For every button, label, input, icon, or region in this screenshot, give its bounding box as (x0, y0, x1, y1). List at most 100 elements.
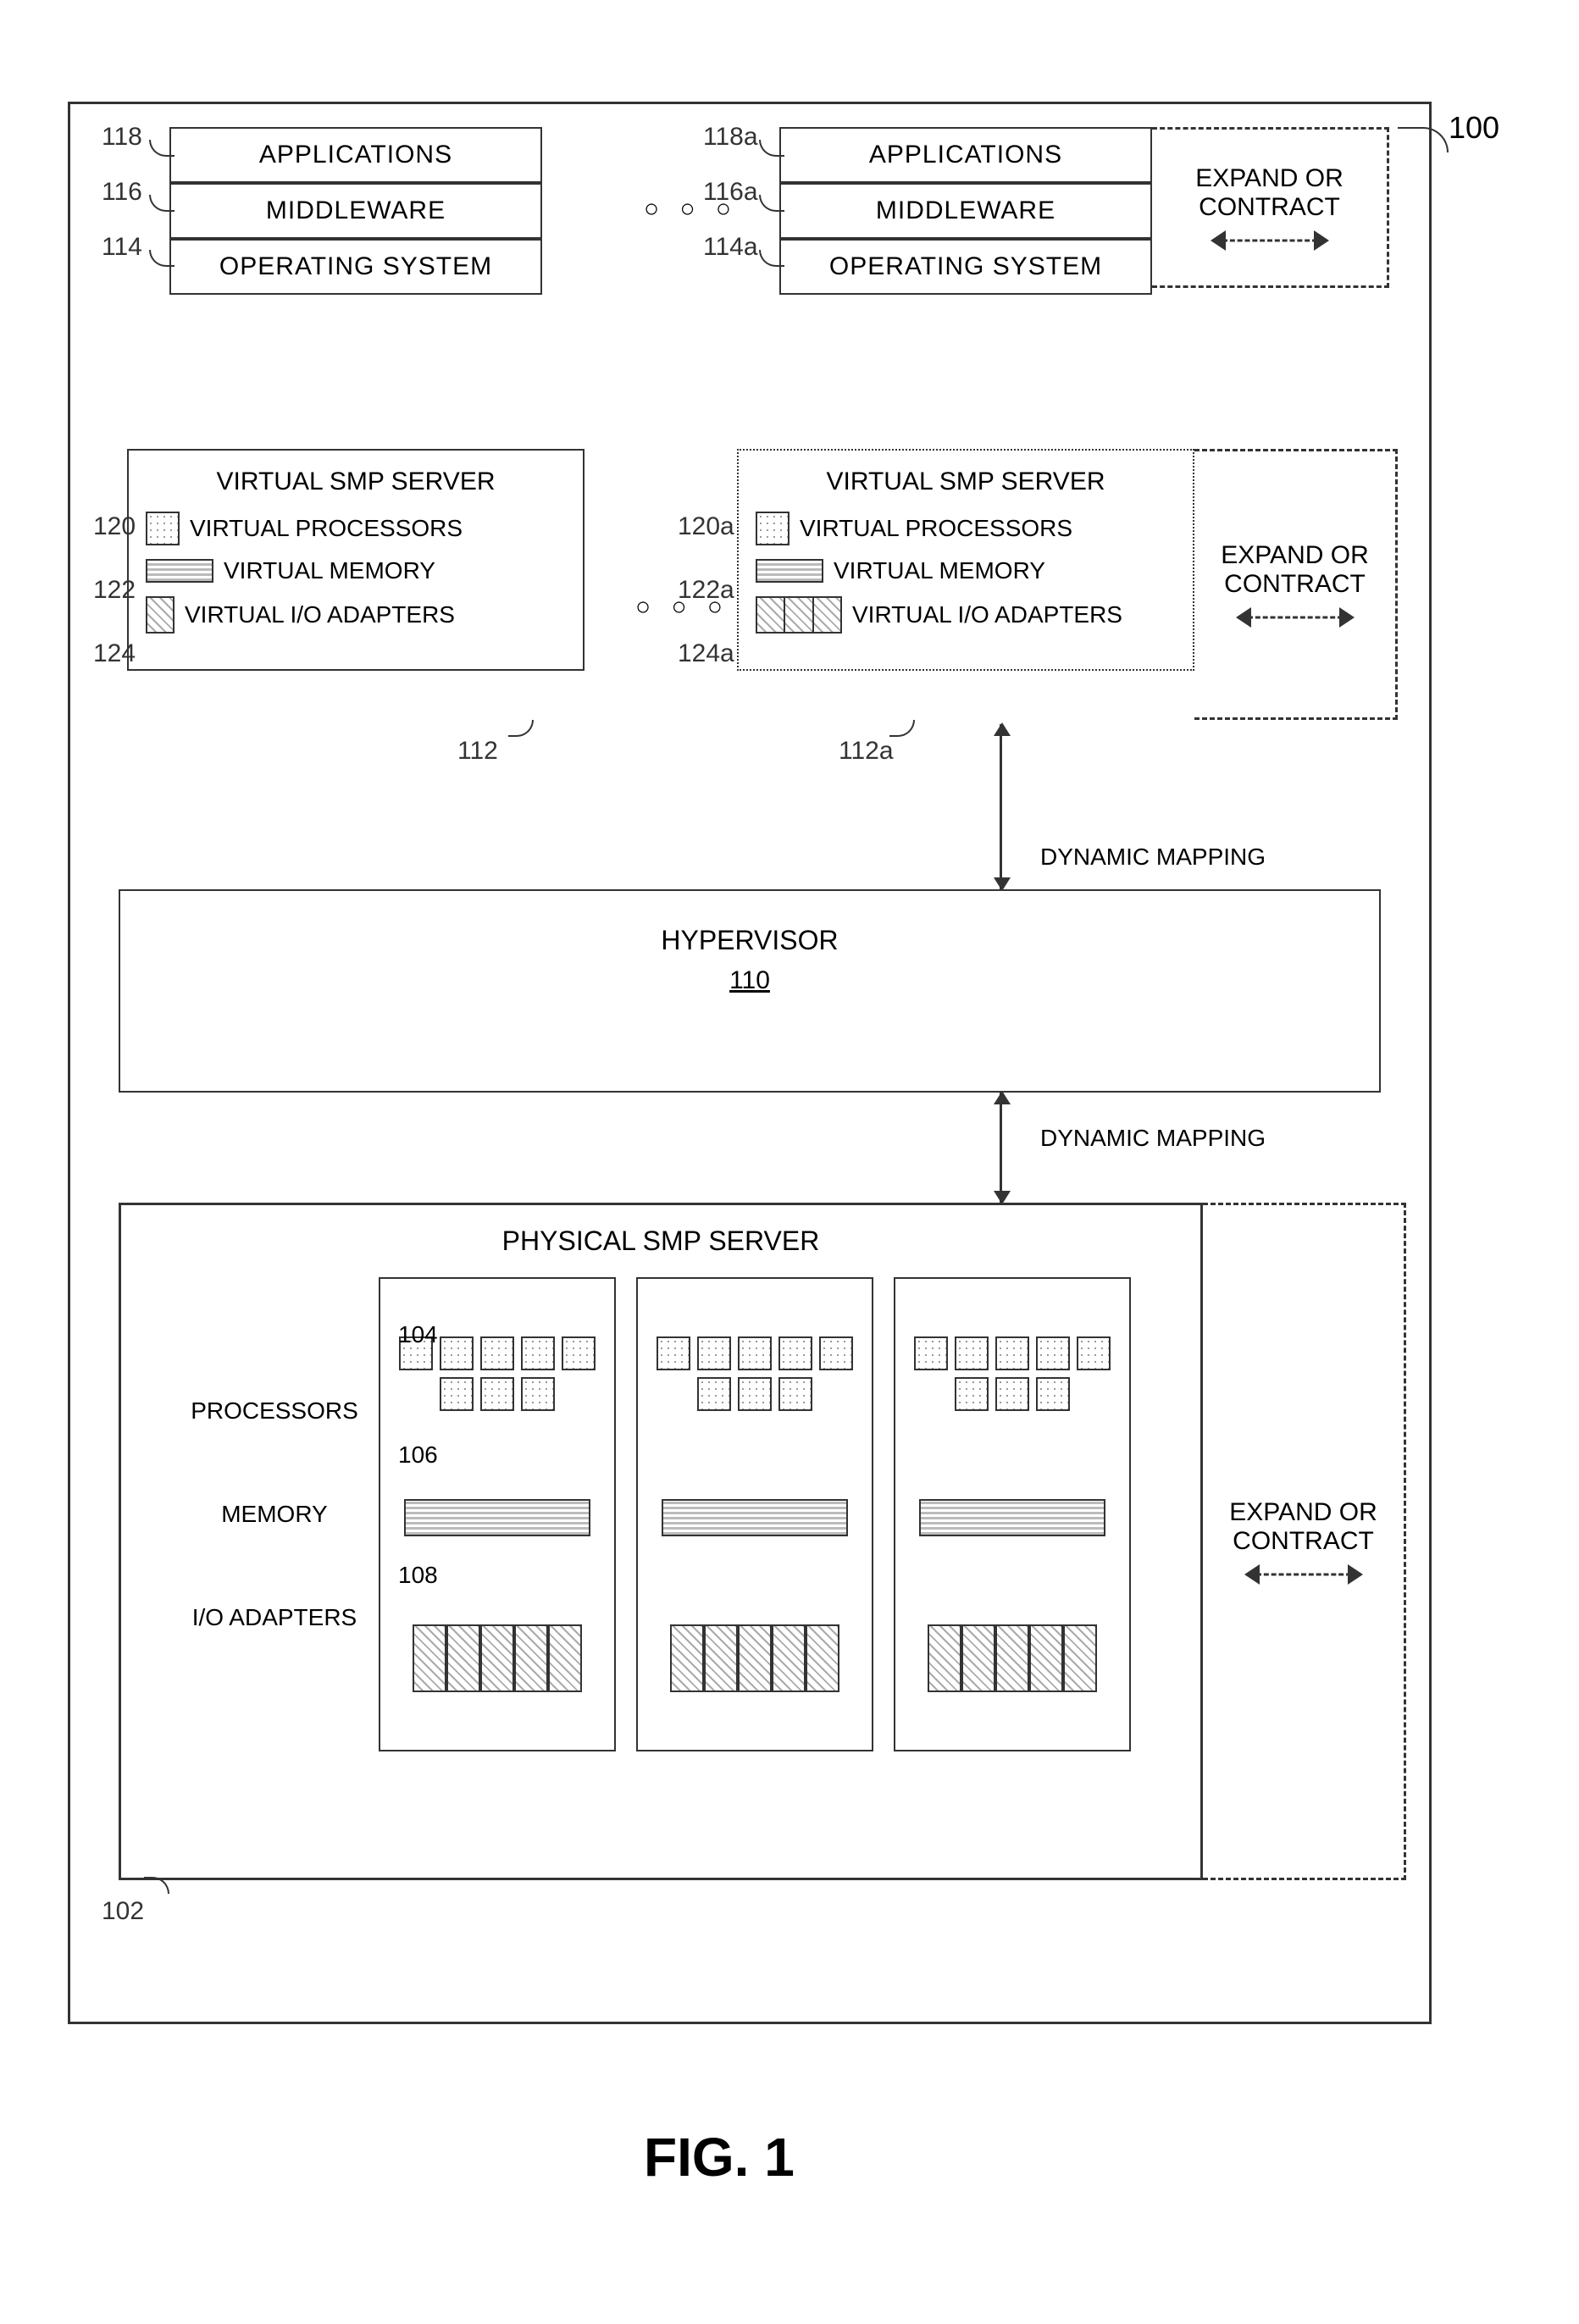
expand-line2: CONTRACT (1199, 193, 1340, 222)
pio-icon (514, 1624, 548, 1692)
pproc-label: PROCESSORS (191, 1397, 358, 1425)
ref-120a: 120a (678, 512, 734, 541)
pmem-icon (662, 1499, 848, 1536)
pio-icon (446, 1624, 480, 1692)
vio-icon-group-2 (756, 596, 842, 634)
vserver-title-1: VIRTUAL SMP SERVER (146, 468, 566, 496)
pproc-icon (562, 1336, 596, 1370)
vproc-icon-2 (756, 512, 790, 545)
expand-v-line1: EXPAND OR (1221, 541, 1368, 570)
pio-icon (480, 1624, 514, 1692)
physical-server-title: PHYSICAL SMP SERVER (138, 1226, 1183, 1257)
vio-icon-2b (784, 596, 813, 634)
expand-v-line2: CONTRACT (1224, 570, 1366, 599)
pproc-icon (1036, 1377, 1070, 1411)
expand-line1: EXPAND OR (1195, 164, 1343, 193)
ref-112a: 112a (839, 737, 894, 766)
dynamic-mapping-top: DYNAMIC MAPPING (1033, 840, 1272, 874)
pmem-icon (919, 1499, 1105, 1536)
vproc-label-2: VIRTUAL PROCESSORS (800, 515, 1072, 542)
expand-contract-physical: EXPAND OR CONTRACT (1203, 1203, 1406, 1880)
pproc-icon (697, 1377, 731, 1411)
vio-icon-2a (756, 596, 784, 634)
ref-122a: 122a (678, 576, 734, 605)
pio-icon (806, 1624, 839, 1692)
expand-contract-sw: EXPAND OR CONTRACT (1152, 127, 1389, 288)
os-box-1: OPERATING SYSTEM (169, 239, 542, 295)
ref-102: 102 (102, 1897, 144, 1926)
pproc-icon (955, 1377, 989, 1411)
os-box-2: OPERATING SYSTEM (779, 239, 1152, 295)
pmem-label: MEMORY (191, 1501, 358, 1528)
expand-arrow-icon (1211, 230, 1329, 251)
pproc-icon (738, 1336, 772, 1370)
dynamic-mapping-bot: DYNAMIC MAPPING (1033, 1121, 1272, 1155)
virtual-server-1: VIRTUAL SMP SERVER VIRTUAL PROCESSORS VI… (127, 449, 585, 671)
pproc-icon (521, 1336, 555, 1370)
ref-108: 108 (398, 1562, 438, 1589)
pproc-icon (657, 1336, 690, 1370)
middleware-box-2: MIDDLEWARE (779, 183, 1152, 239)
pproc-icon (819, 1336, 853, 1370)
pproc-icon (738, 1377, 772, 1411)
pio-icon (548, 1624, 582, 1692)
pio-icon (1029, 1624, 1063, 1692)
ref-120: 120 (93, 512, 136, 541)
pproc-icon (440, 1336, 474, 1370)
applications-box-1: APPLICATIONS (169, 127, 542, 183)
vmem-label-2: VIRTUAL MEMORY (834, 557, 1045, 584)
expand-p-line2: CONTRACT (1233, 1527, 1374, 1556)
pproc-icon (778, 1377, 812, 1411)
expand-p-line1: EXPAND OR (1229, 1498, 1377, 1527)
ref-114a: 114a (703, 233, 758, 262)
ref-116a: 116a (703, 178, 758, 207)
vserver-title-2: VIRTUAL SMP SERVER (756, 468, 1176, 496)
pproc-icon (1077, 1336, 1111, 1370)
leader-100 (1398, 127, 1449, 152)
pproc-icon (995, 1336, 1029, 1370)
pio-icon (413, 1624, 446, 1692)
hypervisor-label: HYPERVISOR (120, 925, 1379, 956)
pio-label: I/O ADAPTERS (191, 1604, 358, 1631)
applications-box-2: APPLICATIONS (779, 127, 1152, 183)
pproc-icon (778, 1336, 812, 1370)
pio-icon (995, 1624, 1029, 1692)
connector-hypervisor-physical (1000, 1093, 1002, 1203)
pio-icon (670, 1624, 704, 1692)
ref-122: 122 (93, 576, 136, 605)
pio-icon (928, 1624, 961, 1692)
vio-label-1: VIRTUAL I/O ADAPTERS (185, 601, 455, 628)
ref-116: 116 (102, 178, 142, 207)
vio-icon (146, 596, 175, 634)
vmem-icon (146, 559, 213, 583)
pproc-icon (914, 1336, 948, 1370)
ref-112: 112 (457, 737, 498, 766)
pio-icon (1063, 1624, 1097, 1692)
ref-124: 124 (93, 639, 136, 668)
software-stack-2: APPLICATIONS MIDDLEWARE OPERATING SYSTEM (779, 127, 1152, 295)
vproc-icon (146, 512, 180, 545)
pproc-icon (995, 1377, 1029, 1411)
vmem-icon-2 (756, 559, 823, 583)
vio-label-2: VIRTUAL I/O ADAPTERS (852, 601, 1122, 628)
vio-icon-group (146, 596, 175, 634)
ref-118: 118 (102, 123, 142, 152)
pproc-icon (440, 1377, 474, 1411)
vproc-label-1: VIRTUAL PROCESSORS (190, 515, 463, 542)
hypervisor-ref: 110 (120, 966, 1379, 995)
pproc-icon (1036, 1336, 1070, 1370)
ref-100: 100 (1449, 110, 1499, 146)
virtual-server-2: VIRTUAL SMP SERVER VIRTUAL PROCESSORS VI… (737, 449, 1194, 671)
physical-ref-col: 104 106 108 (398, 1321, 438, 1589)
ref-114: 114 (102, 233, 142, 262)
pproc-icon (521, 1377, 555, 1411)
connector-vserver-hypervisor (1000, 724, 1002, 889)
pio-icon (772, 1624, 806, 1692)
pproc-icon (697, 1336, 731, 1370)
physical-card-3 (894, 1277, 1131, 1751)
ref-104: 104 (398, 1321, 438, 1348)
pproc-icon (480, 1336, 514, 1370)
ref-118a: 118a (703, 123, 758, 152)
ref-124a: 124a (678, 639, 734, 668)
pio-icon (704, 1624, 738, 1692)
